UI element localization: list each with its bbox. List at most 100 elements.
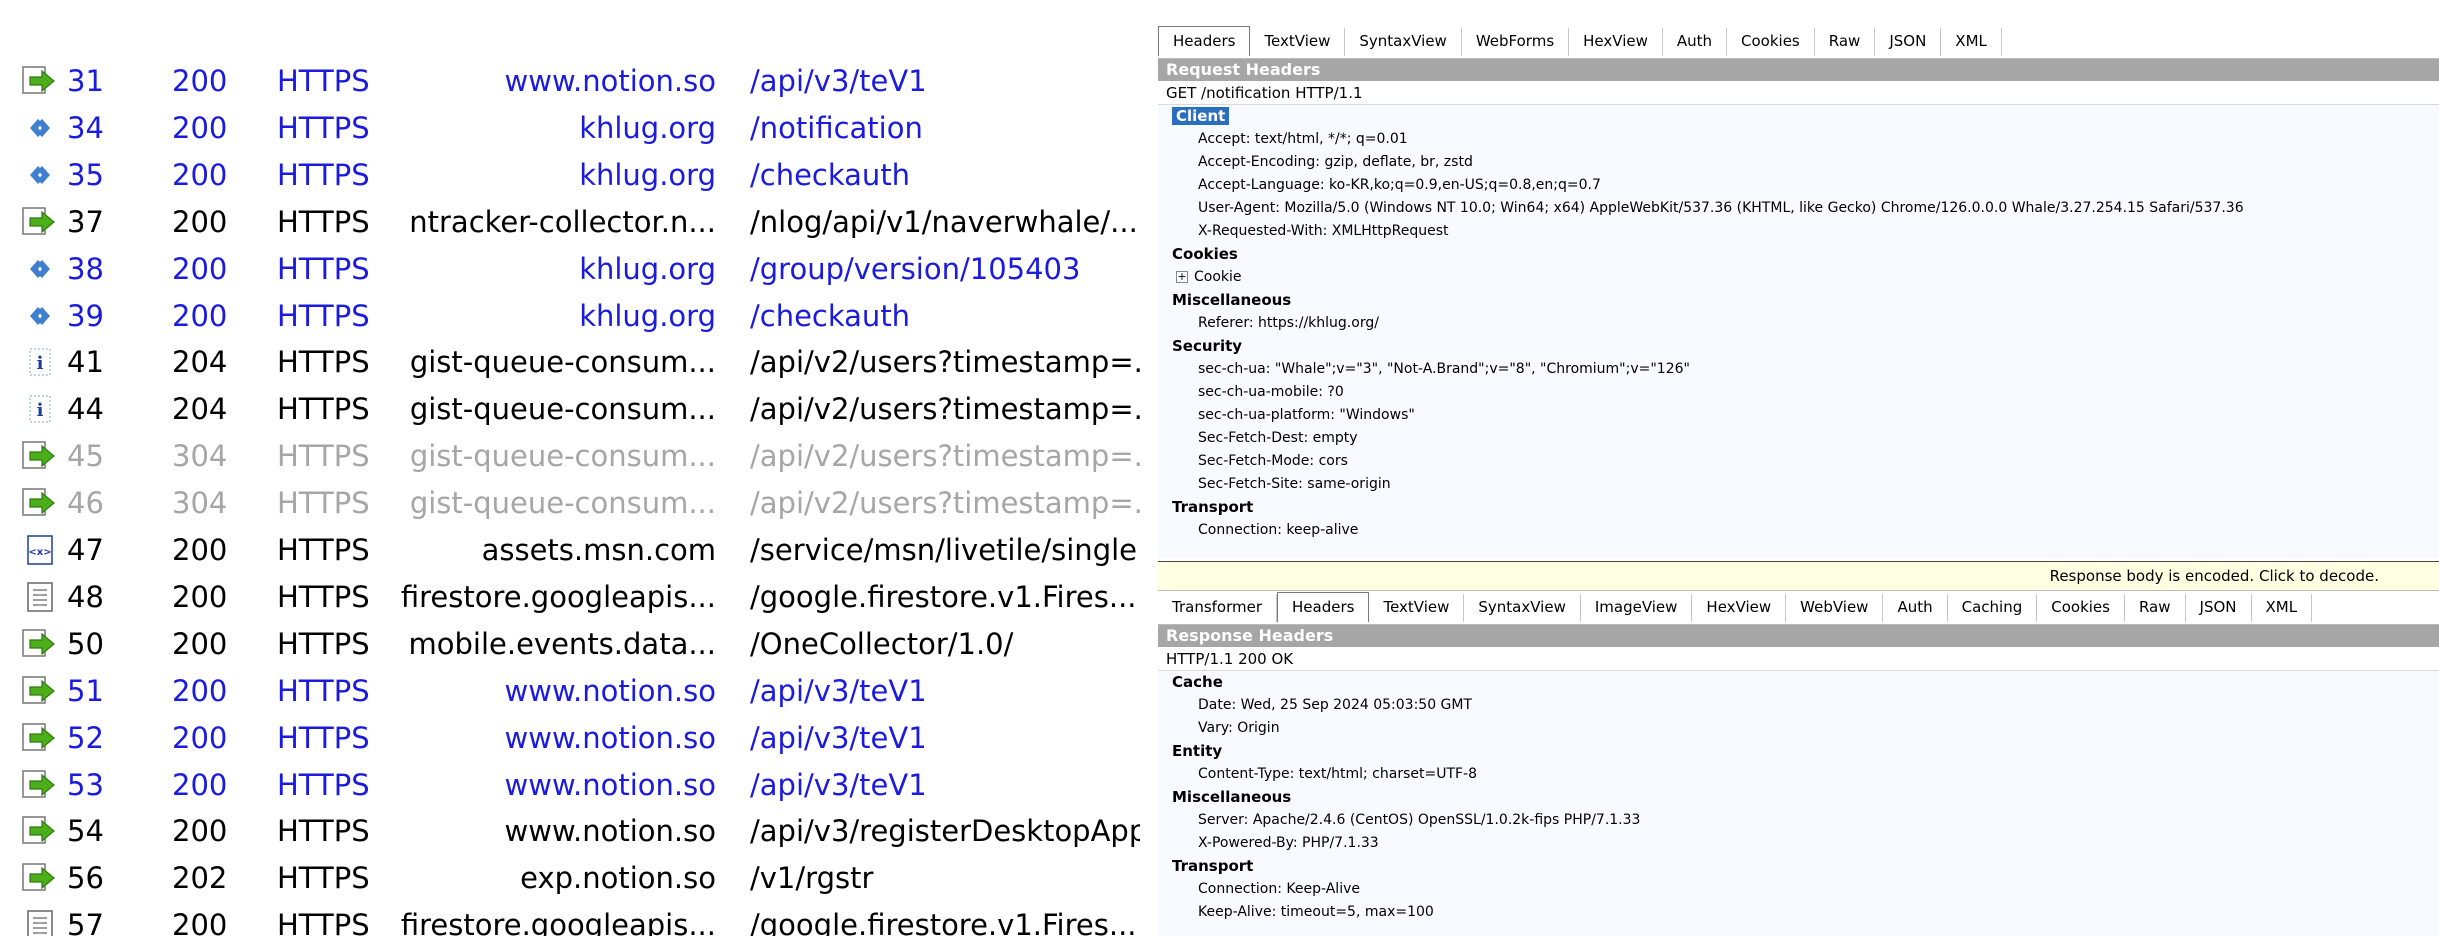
tab-xml[interactable]: XML — [2252, 594, 2313, 622]
session-row[interactable]: 34 200 HTTPS khlug.org/notification — [0, 105, 1140, 151]
session-host: khlug.org — [579, 298, 716, 333]
session-row[interactable]: 51 200 HTTPS www.notion.so/api/v3/teV1 — [0, 668, 1140, 714]
session-url: /api/v3/teV1 — [750, 673, 927, 708]
header-group-entity[interactable]: Entity — [1158, 740, 2439, 763]
tab-json[interactable]: JSON — [1875, 28, 1942, 56]
session-row[interactable]: 38 200 HTTPS khlug.org/group/version/105403 — [0, 246, 1140, 292]
tab-raw[interactable]: Raw — [2125, 594, 2186, 622]
session-row[interactable]: 35 200 HTTPS khlug.org/checkauth — [0, 152, 1140, 198]
header-item[interactable]: sec-ch-ua: "Whale";v="3", "Not-A.Brand";… — [1158, 358, 2439, 381]
tab-hexview[interactable]: HexView — [1569, 28, 1663, 56]
session-result: 200 — [172, 298, 228, 333]
session-result: 200 — [172, 767, 228, 802]
header-item[interactable]: Server: Apache/2.4.6 (CentOS) OpenSSL/1.… — [1158, 809, 2439, 832]
tab-textview[interactable]: TextView — [1250, 28, 1346, 56]
header-item[interactable]: sec-ch-ua-mobile: ?0 — [1158, 381, 2439, 404]
session-result: 200 — [172, 579, 228, 614]
header-item[interactable]: Accept-Encoding: gzip, deflate, br, zstd — [1158, 151, 2439, 174]
header-item[interactable]: Sec-Fetch-Dest: empty — [1158, 427, 2439, 450]
header-item[interactable]: Connection: Keep-Alive — [1158, 878, 2439, 901]
session-row[interactable]: i 41 204 HTTPS gist-queue-consum... /api/v2/u… — [0, 339, 1140, 385]
tab-transformer[interactable]: Transformer — [1158, 594, 1278, 622]
session-number: 57 — [67, 908, 104, 936]
session-row[interactable]: 45 304 HTTPS gist-queue-consum... /api/v2/us… — [0, 433, 1140, 479]
tab-syntaxview[interactable]: SyntaxView — [1464, 594, 1581, 622]
svg-text:<x>: <x> — [28, 547, 51, 558]
header-group-miscellaneous[interactable]: Miscellaneous — [1158, 786, 2439, 809]
session-row[interactable]: 39 200 HTTPS khlug.org/checkauth — [0, 293, 1140, 339]
expand-plus-icon[interactable]: + — [1176, 271, 1188, 283]
response-headers-pane[interactable]: Response Headers HTTP/1.1 200 OK Cache Da… — [1158, 624, 2439, 936]
header-item[interactable]: Date: Wed, 25 Sep 2024 05:03:50 GMT — [1158, 694, 2439, 717]
cookie-expander[interactable]: + Cookie — [1158, 266, 2439, 289]
session-result: 202 — [172, 861, 228, 896]
header-group-client[interactable]: Client — [1158, 105, 2439, 128]
session-protocol: HTTPS — [277, 908, 370, 936]
header-item[interactable]: X-Requested-With: XMLHttpRequest — [1158, 220, 2439, 243]
session-protocol: HTTPS — [277, 767, 370, 802]
session-row[interactable]: 46 304 HTTPS gist-queue-consum... /api/v2/us… — [0, 480, 1140, 526]
session-protocol: HTTPS — [277, 157, 370, 192]
session-url: /checkauth — [750, 157, 911, 192]
session-row[interactable]: 31 200 HTTPS www.notion.so/api/v3/teV1 — [0, 58, 1140, 104]
header-item[interactable]: Vary: Origin — [1158, 717, 2439, 740]
header-group-security[interactable]: Security — [1158, 335, 2439, 358]
tab-webforms[interactable]: WebForms — [1462, 28, 1570, 56]
session-row[interactable]: 57 200 HTTPS firestore.googleapis... /google… — [0, 902, 1140, 936]
decode-banner[interactable]: Response body is encoded. Click to decod… — [1158, 561, 2439, 591]
header-item[interactable]: Sec-Fetch-Site: same-origin — [1158, 473, 2439, 496]
tab-syntaxview[interactable]: SyntaxView — [1345, 28, 1462, 56]
session-row[interactable]: 52 200 HTTPS www.notion.so/api/v3/teV1 — [0, 715, 1140, 761]
session-host: www.notion.so — [504, 64, 716, 98]
session-row[interactable]: i 44 204 HTTPS gist-queue-consum... /api/v2/u… — [0, 386, 1140, 432]
session-number: 35 — [67, 157, 104, 192]
header-group-cookies[interactable]: Cookies — [1158, 243, 2439, 266]
tab-json[interactable]: JSON — [2186, 594, 2252, 622]
request-headers-pane[interactable]: Request Headers GET /notification HTTP/1… — [1158, 58, 2439, 558]
header-item[interactable]: Content-Type: text/html; charset=UTF-8 — [1158, 763, 2439, 786]
header-item[interactable]: Referer: https://khlug.org/ — [1158, 312, 2439, 335]
tab-auth[interactable]: Auth — [1883, 594, 1948, 622]
session-host: khlug.org — [579, 110, 716, 145]
tab-imageview[interactable]: ImageView — [1581, 594, 1693, 622]
header-item[interactable]: Accept-Language: ko-KR,ko;q=0.9,en-US;q=… — [1158, 174, 2439, 197]
tab-headers[interactable]: Headers — [1277, 592, 1370, 622]
session-protocol: HTTPS — [277, 626, 370, 661]
header-item[interactable]: User-Agent: Mozilla/5.0 (Windows NT 10.0… — [1158, 197, 2439, 220]
header-item[interactable]: sec-ch-ua-platform: "Windows" — [1158, 404, 2439, 427]
tab-xml[interactable]: XML — [1941, 28, 2002, 56]
tab-hexview[interactable]: HexView — [1692, 594, 1787, 622]
session-row[interactable]: <x> 47 200 HTTPS assets.msn.com/service/msn/… — [0, 527, 1140, 573]
header-item[interactable]: Connection: keep-alive — [1158, 519, 2439, 542]
header-item[interactable]: Accept: text/html, */*; q=0.01 — [1158, 128, 2439, 151]
tab-headers[interactable]: Headers — [1158, 26, 1251, 56]
tab-textview[interactable]: TextView — [1369, 594, 1465, 622]
header-group-label: Miscellaneous — [1172, 291, 1292, 309]
tab-raw[interactable]: Raw — [1815, 28, 1876, 56]
session-host: www.notion.so — [504, 673, 716, 708]
session-result: 204 — [172, 392, 228, 427]
session-row[interactable]: 50 200 HTTPS mobile.events.data... /OneColle… — [0, 621, 1140, 667]
session-row[interactable]: 37 200 HTTPS ntracker-collector.n... /nlog/a… — [0, 199, 1140, 245]
session-result: 200 — [172, 533, 228, 567]
session-row[interactable]: 56 202 HTTPS exp.notion.so/v1/rgstr — [0, 855, 1140, 901]
tab-cookies[interactable]: Cookies — [1727, 28, 1815, 56]
header-item[interactable]: Keep-Alive: timeout=5, max=100 — [1158, 901, 2439, 924]
session-row[interactable]: 54 200 HTTPS www.notion.so/api/v3/registerD… — [0, 808, 1140, 854]
header-item[interactable]: Sec-Fetch-Mode: cors — [1158, 450, 2439, 473]
header-item[interactable]: X-Powered-By: PHP/7.1.33 — [1158, 832, 2439, 855]
header-group-transport[interactable]: Transport — [1158, 855, 2439, 878]
tab-auth[interactable]: Auth — [1663, 28, 1728, 56]
header-group-transport[interactable]: Transport — [1158, 496, 2439, 519]
tab-caching[interactable]: Caching — [1948, 594, 2038, 622]
session-url: /api/v2/users?timestamp=... — [750, 392, 1140, 427]
header-group-miscellaneous[interactable]: Miscellaneous — [1158, 289, 2439, 312]
tab-cookies[interactable]: Cookies — [2037, 594, 2125, 622]
session-row[interactable]: 48 200 HTTPS firestore.googleapis... /google… — [0, 574, 1140, 620]
session-row[interactable]: 53 200 HTTPS www.notion.so/api/v3/teV1 — [0, 762, 1140, 808]
session-result: 204 — [172, 345, 228, 380]
session-url: /api/v3/teV1 — [750, 767, 927, 802]
tab-webview[interactable]: WebView — [1786, 594, 1884, 622]
session-list[interactable]: 31 200 HTTPS www.notion.so/api/v3/teV1 34 200… — [0, 0, 1140, 936]
header-group-cache[interactable]: Cache — [1158, 671, 2439, 694]
